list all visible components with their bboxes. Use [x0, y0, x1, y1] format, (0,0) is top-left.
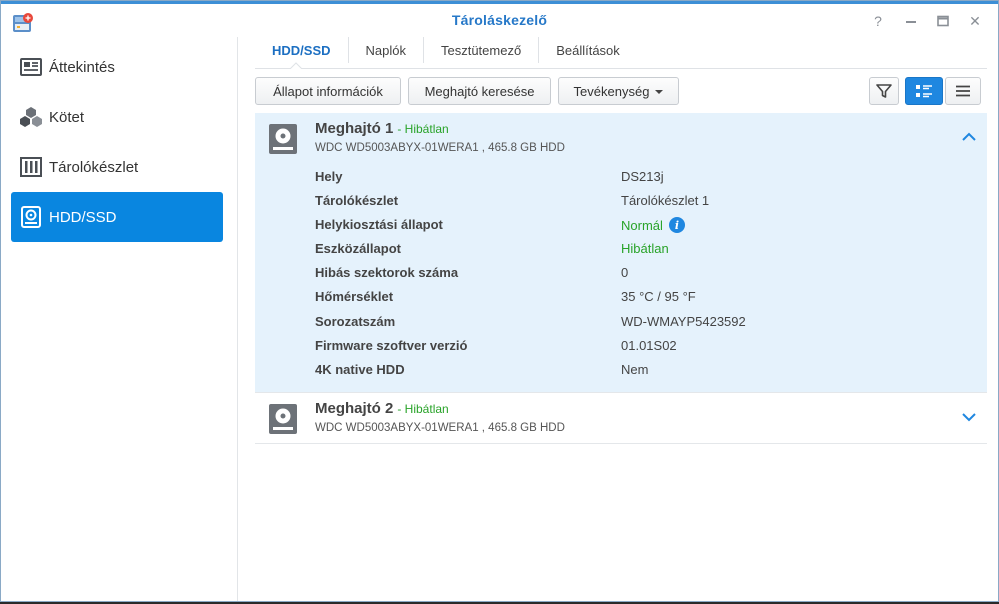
drive-list: Meghajtó 1- Hibátlan WDC WD5003ABYX-01WE…: [255, 113, 987, 444]
action-dropdown-label: Tevékenység: [573, 83, 650, 99]
property-row: Firmware szoftver verzió 01.01S02: [315, 338, 775, 362]
drive-properties: Hely DS213j Tárolókészlet Tárolókészlet 1 …: [315, 169, 775, 386]
minimize-button[interactable]: [898, 9, 924, 33]
hdd-icon: [269, 124, 297, 154]
tab-underline: [255, 68, 987, 69]
hdd-icon: [269, 404, 297, 434]
minimize-icon: [906, 21, 916, 23]
drive-model: WDC WD5003ABYX-01WERA1 , 465.8 GB HDD: [315, 142, 565, 154]
maximize-icon: [937, 15, 949, 27]
active-tab-indicator: [290, 62, 302, 69]
close-button[interactable]: ✕: [962, 9, 988, 33]
sidebar-item-volume[interactable]: Kötet: [11, 92, 223, 142]
property-key: Firmware szoftver verzió: [315, 337, 468, 353]
property-key: Hőmérséklet: [315, 289, 394, 305]
sidebar-item-overview[interactable]: Áttekintés: [11, 42, 223, 92]
property-key: Eszközállapot: [315, 241, 401, 257]
tab-bar: HDD/SSD Naplók Tesztütemező Beállítások: [255, 37, 637, 69]
sidebar-item-hdd-ssd[interactable]: HDD/SSD: [11, 192, 223, 242]
drive-status: - Hibátlan: [397, 122, 449, 136]
toolbar: Állapot információk Meghajtó keresése Te…: [255, 77, 987, 107]
list-view-button[interactable]: [945, 77, 981, 105]
storage-manager-window: Tároláskezelő ? ✕ Áttekintés Kötet Tárol…: [0, 0, 999, 602]
chevron-up-icon[interactable]: [961, 129, 977, 145]
filter-button[interactable]: [869, 77, 899, 105]
property-key: Sorozatszám: [315, 313, 396, 329]
property-row: Hibás szektorok száma 0: [315, 265, 775, 289]
chevron-down-icon[interactable]: [961, 409, 977, 425]
property-key: 4K native HDD: [315, 361, 405, 377]
property-key: Hely: [315, 169, 343, 184]
drive-row[interactable]: Meghajtó 1- Hibátlan WDC WD5003ABYX-01WE…: [255, 113, 987, 393]
overview-icon: [19, 55, 43, 79]
tab-hdd-ssd[interactable]: HDD/SSD: [255, 37, 349, 63]
property-value: 0: [621, 265, 629, 281]
property-row: 4K native HDD Nem: [315, 362, 775, 386]
property-value: 35 °C / 95 °F: [621, 289, 696, 305]
list-view-icon: [956, 85, 970, 97]
property-key: Helykiosztási állapot: [315, 217, 443, 233]
tab-logs[interactable]: Naplók: [349, 37, 424, 63]
maximize-button[interactable]: [930, 9, 956, 33]
property-value: DS213j: [621, 169, 664, 184]
title-bar[interactable]: Tároláskezelő ? ✕: [1, 4, 998, 37]
close-icon: ✕: [969, 12, 981, 29]
sidebar: Áttekintés Kötet Tárolókészlet HDD/SSD: [1, 37, 238, 601]
property-value: Normál i: [621, 217, 685, 234]
drive-name: Meghajtó 1- Hibátlan: [315, 120, 449, 137]
drive-name: Meghajtó 2- Hibátlan: [315, 400, 449, 417]
storage-pool-icon: [19, 155, 43, 179]
volume-icon: [19, 105, 43, 129]
action-dropdown[interactable]: Tevékenység: [558, 77, 679, 105]
sidebar-item-label: Tárolókészlet: [49, 158, 139, 176]
property-key: Tárolókészlet: [315, 193, 399, 209]
help-button[interactable]: ?: [865, 9, 891, 33]
sidebar-item-label: Kötet: [49, 108, 85, 126]
info-icon[interactable]: i: [668, 217, 685, 234]
property-value: Hibátlan: [621, 241, 669, 257]
tab-settings[interactable]: Beállítások: [539, 37, 637, 63]
drive-row[interactable]: Meghajtó 2- Hibátlan WDC WD5003ABYX-01WE…: [255, 393, 987, 444]
property-row: Tárolókészlet Tárolókészlet 1: [315, 193, 775, 217]
property-value: Tárolókészlet 1: [621, 193, 710, 209]
main-panel: HDD/SSD Naplók Tesztütemező Beállítások …: [239, 37, 998, 601]
hdd-icon: [19, 205, 43, 229]
detail-view-icon: [916, 85, 932, 98]
locate-drive-button[interactable]: Meghajtó keresése: [408, 77, 551, 105]
detail-view-button[interactable]: [905, 77, 943, 105]
status-info-button[interactable]: Állapot információk: [255, 77, 401, 105]
caret-down-icon: [655, 90, 664, 94]
property-value: Nem: [621, 361, 649, 377]
drive-model: WDC WD5003ABYX-01WERA1 , 465.8 GB HDD: [315, 422, 565, 434]
help-icon: ?: [874, 13, 882, 29]
tab-test-scheduler[interactable]: Tesztütemező: [424, 37, 540, 63]
sidebar-item-storage-pool[interactable]: Tárolókészlet: [11, 142, 223, 192]
window-title: Tároláskezelő: [451, 12, 548, 28]
sidebar-item-label: HDD/SSD: [49, 208, 117, 226]
property-row: Eszközállapot Hibátlan: [315, 241, 775, 265]
sidebar-item-label: Áttekintés: [49, 58, 115, 76]
property-row: Hely DS213j: [315, 169, 775, 193]
property-value: 01.01S02: [621, 337, 677, 353]
drive-status: - Hibátlan: [397, 402, 449, 416]
property-value: WD-WMAYP5423592: [621, 313, 746, 329]
property-row: Sorozatszám WD-WMAYP5423592: [315, 314, 775, 338]
property-key: Hibás szektorok száma: [315, 265, 459, 281]
property-row: Helykiosztási állapot Normál i: [315, 217, 775, 241]
property-row: Hőmérséklet 35 °C / 95 °F: [315, 289, 775, 313]
filter-icon: [876, 84, 892, 98]
